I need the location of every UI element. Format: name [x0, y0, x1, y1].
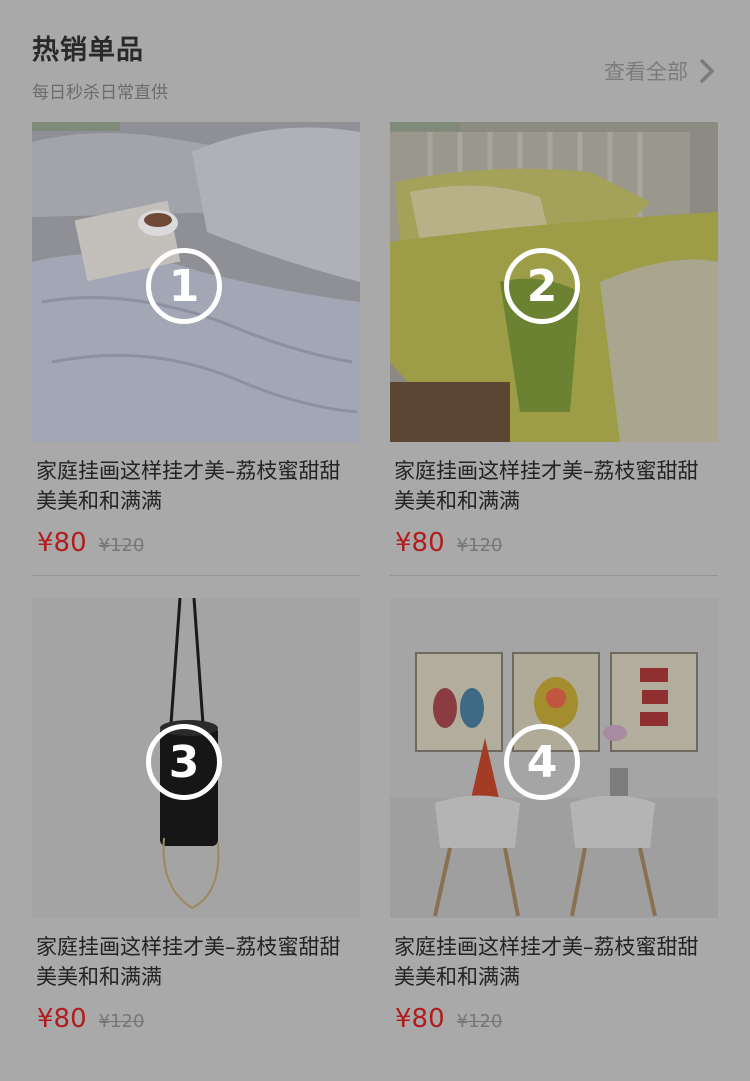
- product-image-bedding-yellow[interactable]: 2: [390, 122, 718, 442]
- product-original-price: ¥120: [456, 1011, 503, 1032]
- product-image-bedding-gray[interactable]: 1: [32, 122, 360, 442]
- divider: [32, 575, 360, 576]
- section-subtitle: 每日秒杀日常直供: [32, 83, 168, 103]
- product-prices: ¥80 ¥120: [37, 528, 360, 558]
- product-card-2[interactable]: 2 家庭挂画这样挂才美–荔枝蜜甜甜美美和和满满 ¥80 ¥120: [390, 122, 718, 576]
- product-original-price: ¥120: [456, 535, 503, 556]
- see-all-label: 查看全部: [604, 60, 688, 84]
- product-card-4[interactable]: 4 家庭挂画这样挂才美–荔枝蜜甜甜美美和和满满 ¥80 ¥120: [390, 598, 718, 1034]
- product-name[interactable]: 家庭挂画这样挂才美–荔枝蜜甜甜美美和和满满: [394, 456, 709, 516]
- product-prices: ¥80 ¥120: [395, 1004, 718, 1034]
- product-card-3[interactable]: 3 家庭挂画这样挂才美–荔枝蜜甜甜美美和和满满 ¥80 ¥120: [32, 598, 360, 1034]
- section-header: 热销单品 每日秒杀日常直供 查看全部: [32, 28, 722, 108]
- product-name[interactable]: 家庭挂画这样挂才美–荔枝蜜甜甜美美和和满满: [36, 456, 351, 516]
- product-price: ¥80: [37, 1004, 87, 1034]
- product-image-bucket-bag[interactable]: 3: [32, 598, 360, 918]
- product-number-badge: 4: [504, 724, 580, 800]
- product-name[interactable]: 家庭挂画这样挂才美–荔枝蜜甜甜美美和和满满: [394, 932, 709, 992]
- product-prices: ¥80 ¥120: [37, 1004, 360, 1034]
- product-price: ¥80: [395, 1004, 445, 1034]
- product-image-wall-art-dining[interactable]: 4: [390, 598, 718, 918]
- product-number-badge: 1: [146, 248, 222, 324]
- product-name[interactable]: 家庭挂画这样挂才美–荔枝蜜甜甜美美和和满满: [36, 932, 351, 992]
- divider: [390, 575, 718, 576]
- section-title: 热销单品: [32, 35, 144, 66]
- see-all-link[interactable]: 查看全部: [604, 56, 718, 86]
- product-price: ¥80: [37, 528, 87, 558]
- product-price: ¥80: [395, 528, 445, 558]
- product-original-price: ¥120: [98, 535, 145, 556]
- product-card-1[interactable]: 1 家庭挂画这样挂才美–荔枝蜜甜甜美美和和满满 ¥80 ¥120: [32, 122, 360, 576]
- product-original-price: ¥120: [98, 1011, 145, 1032]
- product-number-badge: 2: [504, 248, 580, 324]
- product-prices: ¥80 ¥120: [395, 528, 718, 558]
- product-number-badge: 3: [146, 724, 222, 800]
- chevron-right-icon: [700, 59, 714, 83]
